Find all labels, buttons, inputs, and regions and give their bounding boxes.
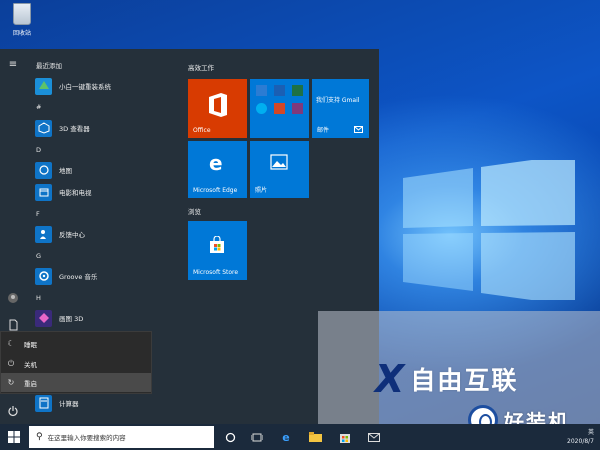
app-xiaobai[interactable]: 小白一键重装系统	[28, 75, 178, 97]
watermark-brand: X 自由互联	[375, 360, 518, 398]
excel-icon	[292, 85, 303, 96]
tile-microsoft-store[interactable]: Microsoft Store	[188, 221, 247, 280]
group-letter: F	[36, 210, 40, 218]
mail-taskbar-icon[interactable]	[366, 429, 382, 445]
input-language[interactable]: 英	[567, 428, 594, 437]
tile-office-apps-group[interactable]	[250, 79, 309, 138]
power-restart-item[interactable]: ↻ 重启	[1, 373, 151, 392]
groove-music-icon	[35, 267, 52, 285]
start-button[interactable]	[0, 424, 28, 450]
edge-icon: e	[209, 151, 223, 175]
tile-microsoft-edge[interactable]: e Microsoft Edge	[188, 141, 247, 198]
powerpoint-icon	[274, 103, 285, 114]
app-calculator[interactable]: 计算器	[28, 392, 178, 414]
tile-office[interactable]: Office	[188, 79, 247, 138]
3d-cube-icon	[35, 119, 52, 137]
app-paint-3d[interactable]: 画图 3D	[28, 307, 178, 329]
restart-icon: ↻	[7, 378, 15, 387]
app-feedback-hub[interactable]: 反馈中心	[28, 223, 178, 245]
windows-logo-wallpaper	[403, 160, 575, 300]
store-bag-icon	[210, 236, 224, 253]
store-taskbar-icon[interactable]	[337, 429, 353, 445]
taskbar: ⚲ 在这里输入你要搜索的内容 e 英 2020/8/7	[0, 424, 600, 450]
search-icon: ⚲	[36, 432, 43, 442]
moon-icon: ☾	[7, 339, 15, 348]
group-letter: D	[36, 146, 42, 154]
hamburger-menu-icon[interactable]: ≡	[7, 59, 19, 71]
tile-photos[interactable]: 照片	[250, 141, 309, 198]
group-letter: G	[36, 252, 42, 260]
app-3d-viewer[interactable]: 3D 查看器	[28, 117, 178, 139]
power-icon[interactable]	[7, 405, 19, 417]
photos-icon	[270, 154, 288, 170]
maps-icon	[35, 161, 52, 179]
power-shutdown-item[interactable]: ⏻ 关机	[1, 354, 151, 373]
task-view-icon[interactable]	[249, 429, 265, 445]
power-options-menu: ☾ 睡眠 ⏻ 关机 ↻ 重启	[0, 331, 152, 394]
feedback-icon	[35, 225, 52, 243]
recent-header: 最近添加	[36, 62, 62, 70]
mail-tile-text: 我们支持 Gmail	[316, 97, 360, 104]
app-groove-music[interactable]: Groove 音乐	[28, 265, 178, 287]
mail-icon	[354, 126, 363, 133]
tile-section-productivity: 高效工作	[188, 64, 214, 72]
documents-icon[interactable]	[7, 319, 19, 331]
recycle-bin-icon	[13, 3, 31, 25]
app-maps[interactable]: 地图	[28, 159, 178, 181]
file-explorer-icon[interactable]	[307, 429, 323, 445]
onenote-icon	[292, 103, 303, 114]
system-tray[interactable]: 英 2020/8/7	[567, 428, 594, 446]
tile-mail[interactable]: 我们支持 Gmail 邮件	[312, 79, 369, 138]
app-movies-tv[interactable]: 电影和电视	[28, 181, 178, 203]
film-icon	[35, 183, 52, 201]
xiaobai-icon	[35, 77, 52, 95]
group-letter: H	[36, 294, 41, 302]
calculator-icon	[35, 394, 52, 412]
recycle-bin-label: 回收站	[12, 30, 31, 37]
tray-date: 2020/8/7	[567, 438, 594, 445]
taskbar-search-box[interactable]: ⚲ 在这里输入你要搜索的内容	[29, 426, 214, 448]
power-sleep-item[interactable]: ☾ 睡眠	[1, 334, 151, 353]
office-icon	[209, 93, 227, 117]
paint-3d-icon	[35, 309, 52, 327]
watermark-brand-text: 自由互联	[410, 366, 519, 395]
skype-icon	[256, 103, 267, 114]
tile-section-browse: 浏览	[188, 208, 201, 216]
recycle-bin[interactable]: 回收站	[8, 3, 36, 37]
user-avatar-icon[interactable]	[7, 292, 19, 304]
cortana-icon[interactable]	[222, 429, 238, 445]
edge-taskbar-icon[interactable]: e	[278, 429, 294, 445]
word-icon	[256, 85, 267, 96]
windows-start-icon	[8, 431, 20, 443]
watermark-x-logo: X	[375, 357, 405, 401]
power-icon: ⏻	[7, 358, 15, 368]
group-letter: #	[36, 103, 42, 111]
outlook-icon	[274, 85, 285, 96]
